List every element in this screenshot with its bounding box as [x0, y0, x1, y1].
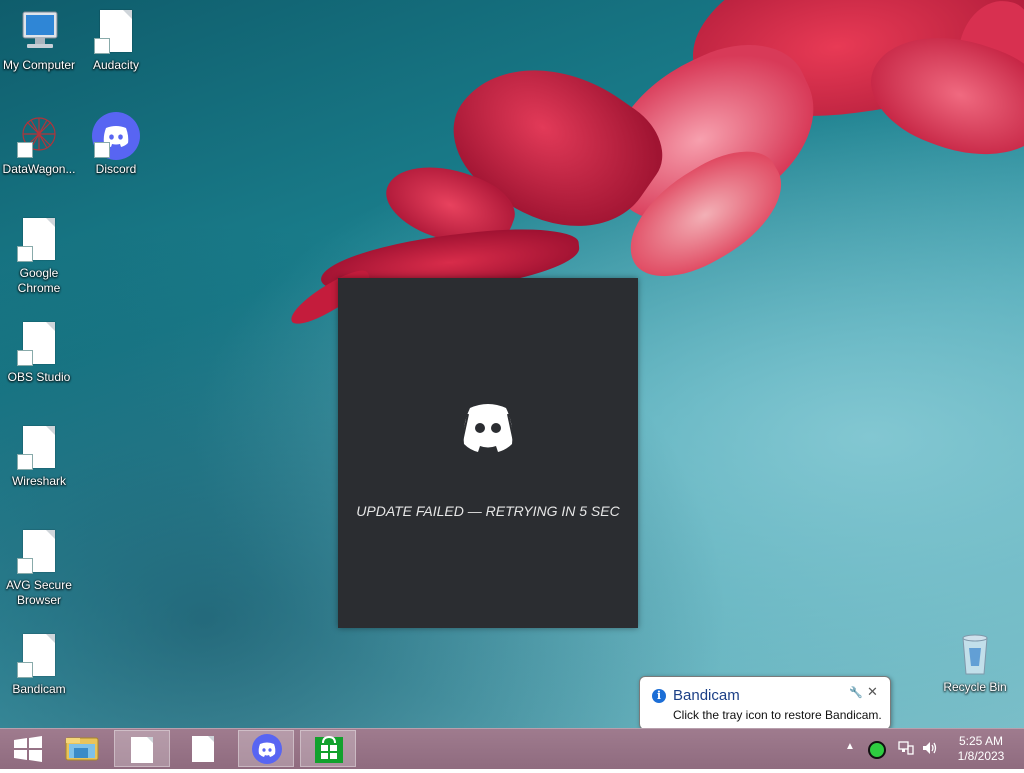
shortcut-arrow-icon [17, 350, 33, 366]
clock-date: 1/8/2023 [957, 749, 1005, 763]
taskbar-store[interactable] [300, 730, 356, 767]
shortcut-arrow-icon [94, 142, 110, 158]
windows-logo-icon [14, 736, 42, 762]
close-icon[interactable]: ✕ [867, 684, 878, 700]
desktop-icon-wireshark[interactable]: Wireshark [0, 424, 78, 489]
volume-icon[interactable] [921, 740, 939, 756]
notification-body: Click the tray icon to restore Bandicam. [673, 708, 882, 722]
shortcut-arrow-icon [17, 558, 33, 574]
datawagon-icon [15, 112, 63, 160]
desktop-icon-avg-secure-browser[interactable]: AVG Secure Browser [0, 528, 78, 608]
desktop-icon-discord[interactable]: Discord [77, 112, 155, 177]
shortcut-arrow-icon [17, 662, 33, 678]
computer-icon [15, 8, 63, 56]
info-icon: i [652, 689, 666, 703]
shortcut-arrow-icon [94, 38, 110, 54]
taskbar-document-2[interactable] [176, 730, 232, 767]
file-icon [92, 8, 140, 56]
update-status-text: UPDATE FAILED — RETRYING IN 5 SEC [356, 503, 620, 519]
document-icon [192, 736, 214, 762]
desktop-icon-my-computer[interactable]: My Computer [0, 8, 78, 73]
clock-time: 5:25 AM [958, 734, 1004, 748]
desktop-icon-obs-studio[interactable]: OBS Studio [0, 320, 78, 385]
file-icon [15, 632, 63, 680]
shortcut-arrow-icon [17, 142, 33, 158]
taskbar-file-explorer[interactable] [56, 730, 112, 767]
file-icon [15, 424, 63, 472]
shortcut-arrow-icon [17, 454, 33, 470]
folder-icon [65, 737, 99, 761]
taskbar-discord[interactable] [238, 730, 294, 767]
taskbar: ▲ 5:25 AM 1/8/2023 [0, 728, 1024, 769]
desktop-icon-datawagon[interactable]: DataWagon... [0, 112, 78, 177]
file-icon [15, 528, 63, 576]
discord-icon [252, 734, 282, 764]
discord-logo-icon [448, 398, 528, 458]
desktop: My Computer Audacity DataWagon... Discor… [0, 0, 1024, 728]
shortcut-arrow-icon [17, 246, 33, 262]
store-icon [315, 735, 343, 763]
network-icon[interactable] [898, 740, 914, 756]
taskbar-document-1[interactable] [114, 730, 170, 767]
desktop-icon-recycle-bin[interactable]: Recycle Bin [936, 630, 1014, 695]
document-icon [131, 737, 153, 763]
notification-title: Bandicam [673, 687, 740, 704]
discord-icon [92, 112, 140, 160]
desktop-icon-bandicam[interactable]: Bandicam [0, 632, 78, 697]
system-clock[interactable]: 5:25 AM 1/8/2023 [950, 734, 1012, 764]
settings-icon[interactable]: 🔧 [849, 686, 863, 699]
discord-update-splash: UPDATE FAILED — RETRYING IN 5 SEC [338, 278, 638, 628]
desktop-icon-audacity[interactable]: Audacity [77, 8, 155, 73]
recycle-bin-icon [951, 630, 999, 678]
bandicam-notification[interactable]: i Bandicam Click the tray icon to restor… [639, 676, 891, 728]
start-button[interactable] [2, 730, 58, 767]
show-hidden-icons-button[interactable]: ▲ [845, 741, 855, 752]
desktop-icon-google-chrome[interactable]: Google Chrome [0, 216, 78, 296]
bandicam-tray-icon[interactable] [868, 741, 886, 759]
file-icon [15, 216, 63, 264]
file-icon [15, 320, 63, 368]
